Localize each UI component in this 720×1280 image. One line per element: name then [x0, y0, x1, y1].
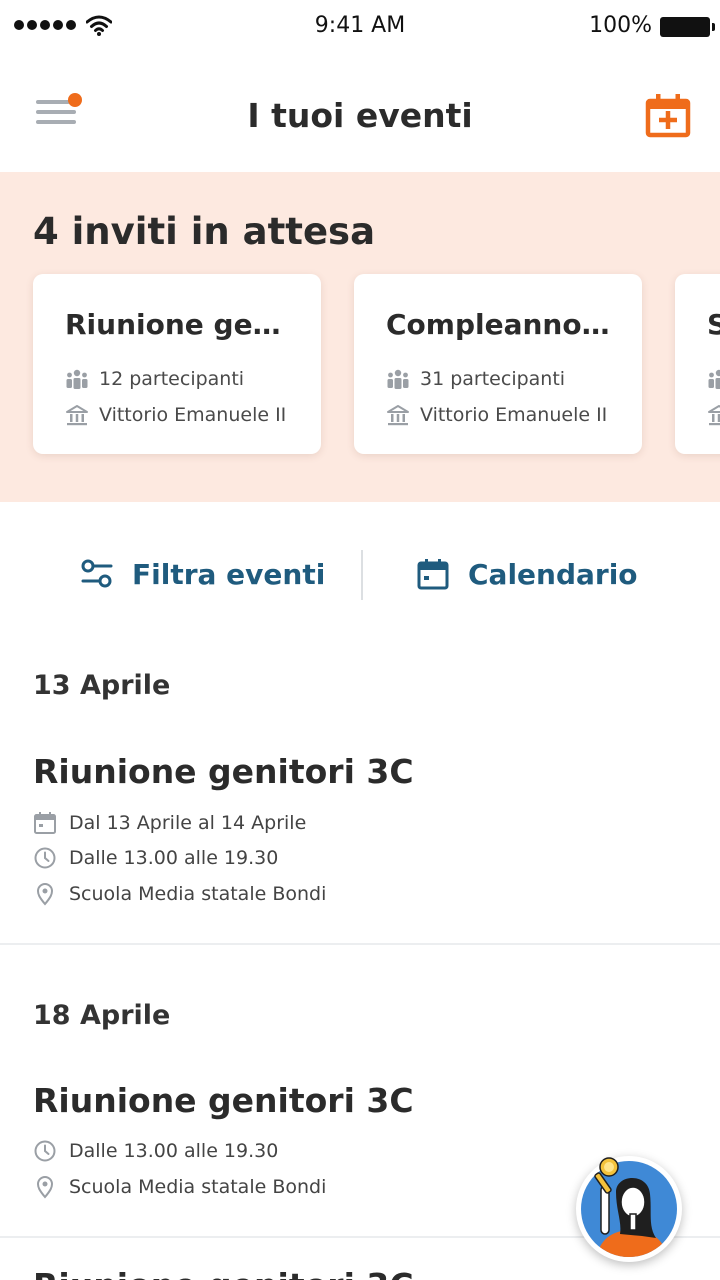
event-divider — [0, 943, 720, 945]
event-actions: Filtra eventi Calendario — [0, 520, 720, 630]
event-time: Dalle 13.00 alle 19.30 — [33, 844, 278, 872]
assistant-button[interactable] — [576, 1156, 682, 1262]
event-title[interactable]: Riunione genitori 3C — [33, 1081, 414, 1120]
event-place: Scuola Media statale Bondi — [33, 1173, 326, 1201]
invite-location — [707, 402, 720, 428]
event-title[interactable]: Riunione genitori 3C — [33, 752, 414, 791]
building-icon — [387, 405, 409, 426]
page-title: I tuoi eventi — [247, 96, 473, 135]
participants-icon — [387, 369, 409, 389]
event-place-text: Scuola Media statale Bondi — [69, 883, 327, 905]
building-icon — [708, 405, 720, 426]
calendar-button[interactable]: Calendario — [416, 548, 638, 600]
calendar-icon — [34, 812, 56, 834]
app-header: I tuoi eventi — [0, 54, 720, 172]
calendar-label: Calendario — [468, 557, 638, 591]
location-pin-icon — [36, 1176, 54, 1199]
filter-icon — [81, 559, 113, 588]
pending-invites-section: 4 inviti in attesa Riunione genitori 3C … — [0, 172, 720, 502]
event-title[interactable]: Riunione genitori 3C — [33, 1266, 414, 1280]
event-period: Dal 13 Aprile al 14 Aprile — [33, 809, 306, 837]
location-name: Vittorio Emanuele II — [99, 404, 287, 426]
invite-participants: 31 partecipanti — [386, 366, 618, 392]
status-bar: 9:41 AM 100% — [0, 0, 720, 54]
clock-icon — [34, 847, 56, 869]
invite-title: S — [707, 308, 720, 341]
event-period-text: Dal 13 Aprile al 14 Aprile — [69, 812, 307, 834]
invites-title: 4 inviti in attesa — [33, 210, 376, 253]
event-place-text: Scuola Media statale Bondi — [69, 1176, 327, 1198]
participants-icon — [66, 369, 88, 389]
filter-events-label: Filtra eventi — [132, 557, 326, 591]
battery-percentage: 100% — [589, 13, 652, 38]
location-pin-icon — [36, 883, 54, 906]
participants-count: 31 partecipanti — [420, 368, 566, 390]
add-event-button[interactable] — [644, 92, 692, 138]
participants-count: 12 partecipanti — [99, 368, 245, 390]
invite-card[interactable]: Compleanno di Luca 31 partecipanti Vitto… — [354, 274, 642, 454]
invite-location: Vittorio Emanuele II — [386, 402, 618, 428]
add-event-icon — [645, 94, 691, 138]
actions-divider — [361, 550, 363, 600]
invite-title: Compleanno di Luca — [386, 308, 618, 341]
invite-participants — [707, 366, 720, 392]
location-name: Vittorio Emanuele II — [420, 404, 608, 426]
battery-icon — [660, 17, 715, 37]
assistant-avatar-icon — [579, 1157, 679, 1259]
invite-card[interactable]: Riunione genitori 3C 12 partecipanti Vit… — [33, 274, 321, 454]
event-time-text: Dalle 13.00 alle 19.30 — [69, 847, 279, 869]
event-date: 18 Aprile — [33, 1000, 171, 1031]
filter-events-button[interactable]: Filtra eventi — [80, 548, 325, 600]
event-place: Scuola Media statale Bondi — [33, 880, 326, 908]
calendar-icon — [417, 559, 449, 590]
invite-location: Vittorio Emanuele II — [65, 402, 297, 428]
event-group: 13 Aprile Riunione genitori 3C Dal 13 Ap… — [0, 650, 720, 944]
participants-icon — [708, 369, 720, 389]
invite-participants: 12 partecipanti — [65, 366, 297, 392]
building-icon — [66, 405, 88, 426]
invite-title: Riunione genitori 3C — [65, 308, 297, 341]
event-date: 13 Aprile — [33, 670, 171, 701]
clock-icon — [34, 1140, 56, 1162]
invite-card-partial[interactable]: S — [675, 274, 720, 454]
event-time: Dalle 13.00 alle 19.30 — [33, 1137, 278, 1165]
event-time-text: Dalle 13.00 alle 19.30 — [69, 1140, 279, 1162]
